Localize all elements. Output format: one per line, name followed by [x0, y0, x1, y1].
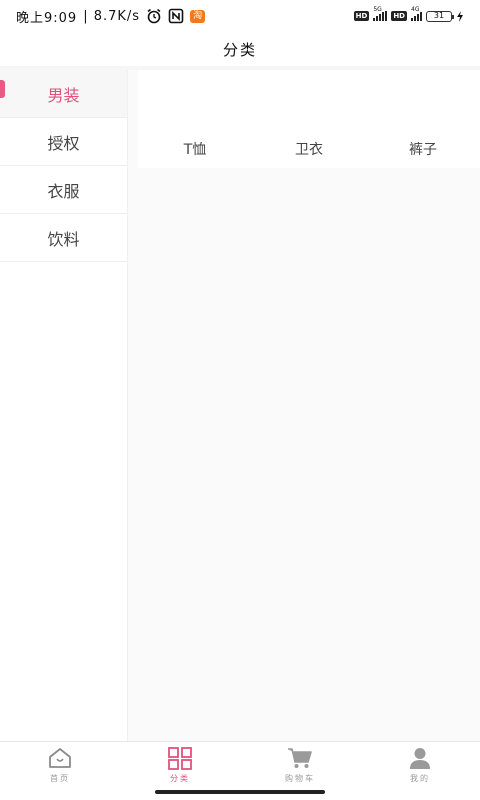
nav-label: 购物车 — [285, 774, 315, 783]
nfc-icon — [168, 8, 184, 24]
charging-icon — [457, 10, 463, 22]
status-bar: 晚上9:09 | 8.7K/s 淘 HD 5G HD 4G 31 — [0, 0, 480, 32]
category-sidebar: 男装 授权 衣服 饮料 — [0, 70, 128, 741]
sidebar-item-label: 授权 — [47, 133, 80, 153]
sidebar-item-clothes[interactable]: 衣服 — [0, 166, 127, 214]
battery-level: 31 — [433, 10, 445, 20]
status-left: 晚上9:09 | 8.7K/s 淘 — [16, 7, 206, 26]
nav-mine[interactable]: 我的 — [360, 742, 480, 800]
status-right: HD 5G HD 4G 31 — [353, 6, 464, 22]
grid-icon — [168, 747, 192, 770]
subcategory-tabs: T恤 卫衣 裤子 — [138, 132, 480, 168]
sidebar-item-label: 饮料 — [47, 229, 80, 249]
sidebar-item-menswear[interactable]: 男装 — [0, 70, 127, 118]
subcategory-tshirt[interactable]: T恤 — [138, 132, 252, 168]
category-content: T恤 卫衣 裤子 — [128, 70, 480, 741]
subcategory-pants[interactable]: 裤子 — [366, 132, 480, 168]
status-time: 晚上9:09 — [16, 10, 78, 26]
nav-home[interactable]: 首页 — [0, 742, 120, 800]
signal-icon: 4G — [411, 6, 422, 21]
subcategory-hoodie[interactable]: 卫衣 — [252, 132, 366, 168]
page-title: 分类 — [222, 40, 257, 59]
sidebar-item-label: 男装 — [47, 85, 80, 105]
subcategory-panel: T恤 卫衣 裤子 — [138, 70, 480, 168]
cart-icon — [288, 748, 312, 768]
user-icon — [410, 748, 430, 769]
network-type-label: 5G — [373, 6, 382, 13]
hd-icon: HD — [353, 11, 370, 21]
sidebar-item-drinks[interactable]: 饮料 — [0, 214, 127, 262]
network-speed: | 8.7K/s — [83, 8, 141, 24]
hd-icon: HD — [391, 11, 407, 21]
battery-icon: 31 — [426, 10, 454, 22]
sidebar-item-authorized[interactable]: 授权 — [0, 118, 127, 166]
nav-label: 首页 — [50, 774, 70, 783]
nav-label: 分类 — [170, 774, 190, 783]
home-icon — [49, 748, 71, 768]
taobao-icon: 淘 — [190, 9, 206, 23]
network-type-label: 4G — [411, 6, 420, 13]
nav-label: 我的 — [410, 774, 430, 783]
alarm-icon — [147, 8, 161, 24]
home-indicator[interactable] — [155, 790, 325, 794]
sidebar-item-label: 衣服 — [47, 181, 80, 201]
signal-icon: 5G — [373, 6, 388, 21]
active-marker — [0, 80, 5, 98]
